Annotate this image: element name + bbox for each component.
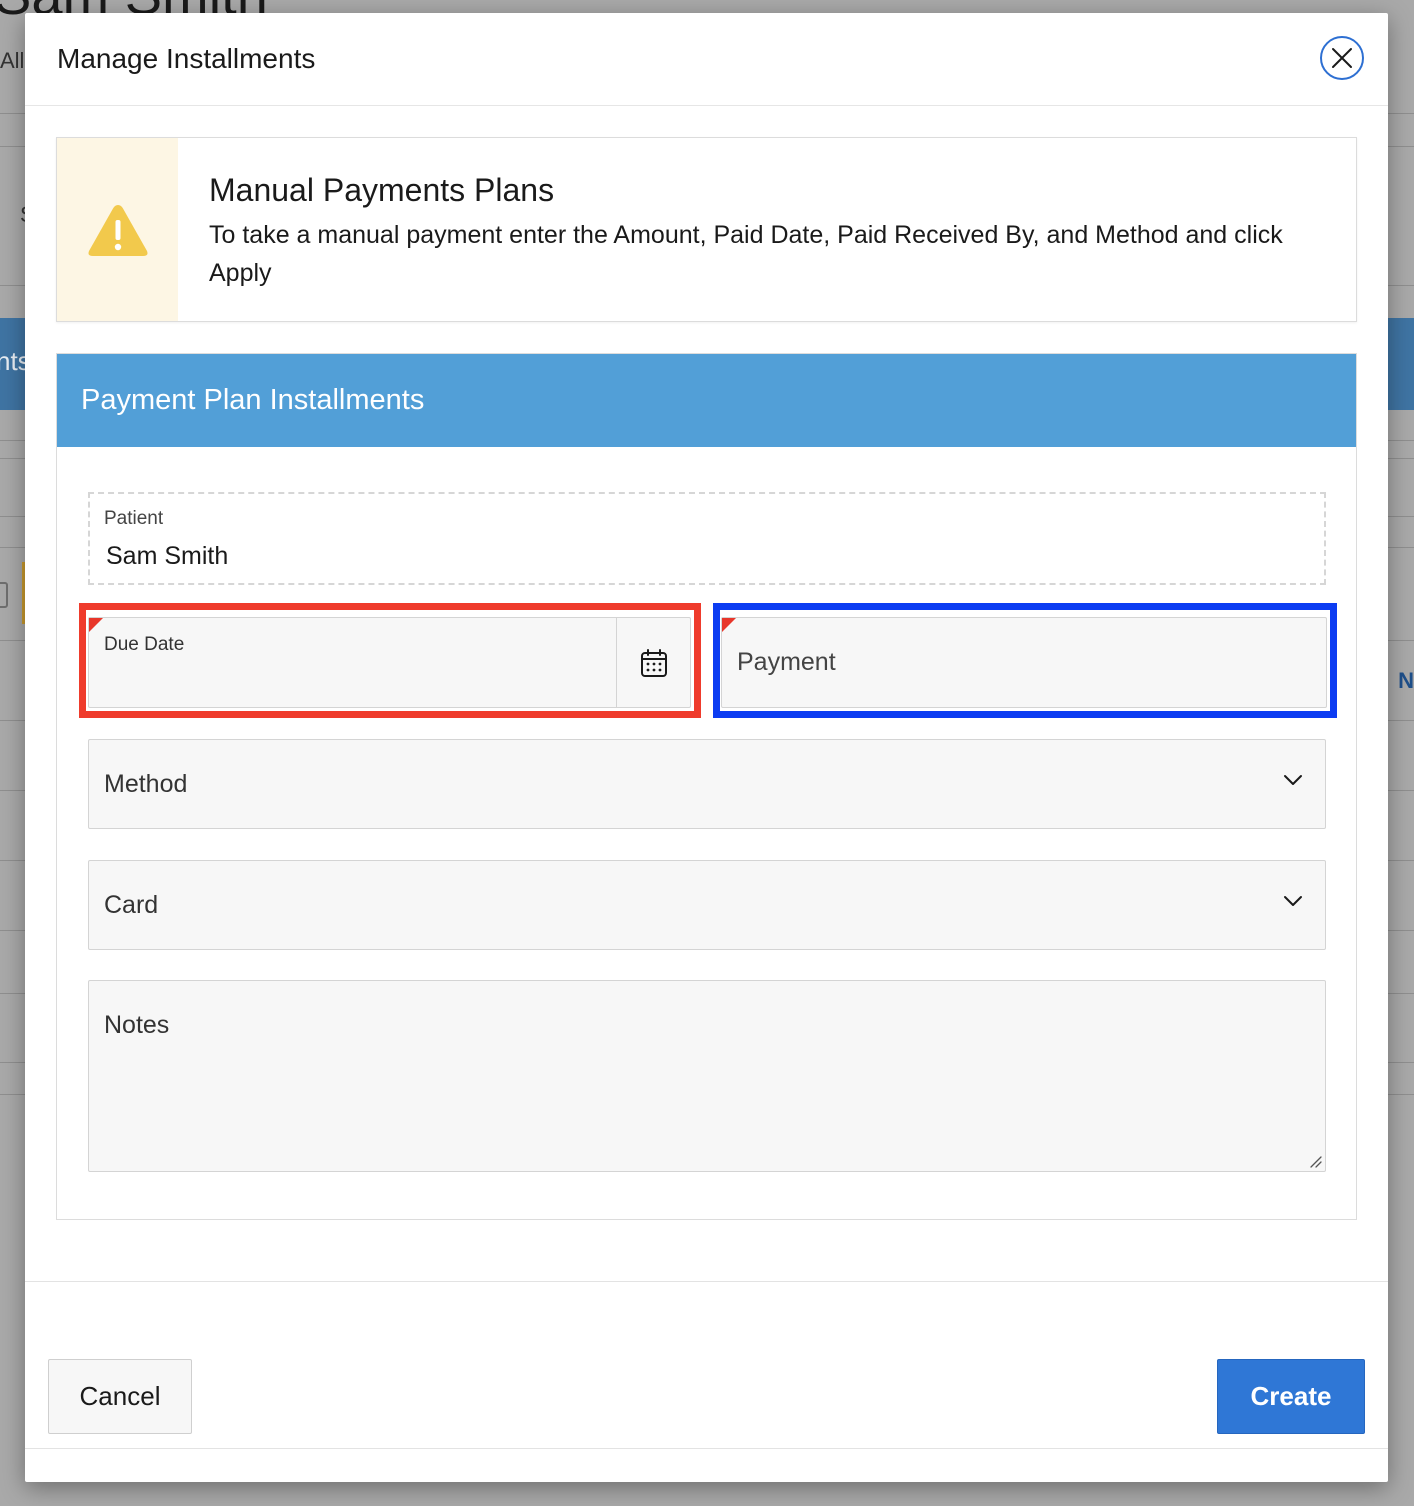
background-column-initial: N (1398, 668, 1414, 693)
background-checkbox (0, 582, 8, 608)
dialog-header: Manage Installments (25, 13, 1388, 106)
payment-placeholder: Payment (737, 648, 836, 676)
notes-placeholder: Notes (104, 1011, 170, 1039)
method-select[interactable]: Method (88, 739, 1326, 829)
notes-textarea[interactable]: Notes (88, 980, 1326, 1172)
patient-value: Sam Smith (106, 542, 229, 570)
background-region-header-right (1388, 318, 1414, 410)
close-button[interactable] (1320, 36, 1364, 80)
warning-icon (88, 204, 147, 256)
background-filter-label: All (0, 48, 25, 73)
chevron-down-icon (1284, 896, 1302, 906)
manual-payments-alert: Manual Payments Plans To take a manual p… (56, 137, 1357, 322)
close-icon (1332, 48, 1352, 68)
required-marker (89, 618, 103, 632)
card-select[interactable]: Card (88, 860, 1326, 950)
date-picker-button[interactable] (616, 618, 690, 707)
cancel-button[interactable]: Cancel (48, 1359, 192, 1434)
due-date-field[interactable]: Due Date (88, 617, 691, 708)
due-date-label: Due Date (104, 634, 185, 655)
card-placeholder: Card (104, 891, 159, 919)
manage-installments-dialog: Manage Installments Manual Payments Plan… (25, 13, 1388, 1482)
payment-plan-installments-region: Payment Plan Installments Patient Sam Sm… (56, 353, 1357, 1220)
patient-field: Patient Sam Smith (88, 492, 1326, 585)
patient-label: Patient (104, 508, 164, 529)
region-title: Payment Plan Installments (81, 384, 425, 416)
dialog-footer: Cancel Create (25, 1281, 1388, 1449)
dialog-title: Manage Installments (57, 43, 316, 74)
alert-message: To take a manual payment enter the Amoun… (209, 221, 1283, 287)
method-placeholder: Method (104, 770, 188, 798)
calendar-icon (640, 648, 667, 677)
required-marker (722, 618, 736, 632)
background-region-header: nts (0, 318, 31, 410)
alert-title: Manual Payments Plans (209, 172, 555, 208)
resize-handle-icon[interactable] (1308, 1154, 1322, 1168)
chevron-down-icon (1284, 775, 1302, 785)
alert-icon-column (57, 138, 178, 321)
payment-input[interactable]: Payment (721, 617, 1327, 708)
create-button[interactable]: Create (1217, 1359, 1365, 1434)
region-header: Payment Plan Installments (57, 354, 1356, 447)
